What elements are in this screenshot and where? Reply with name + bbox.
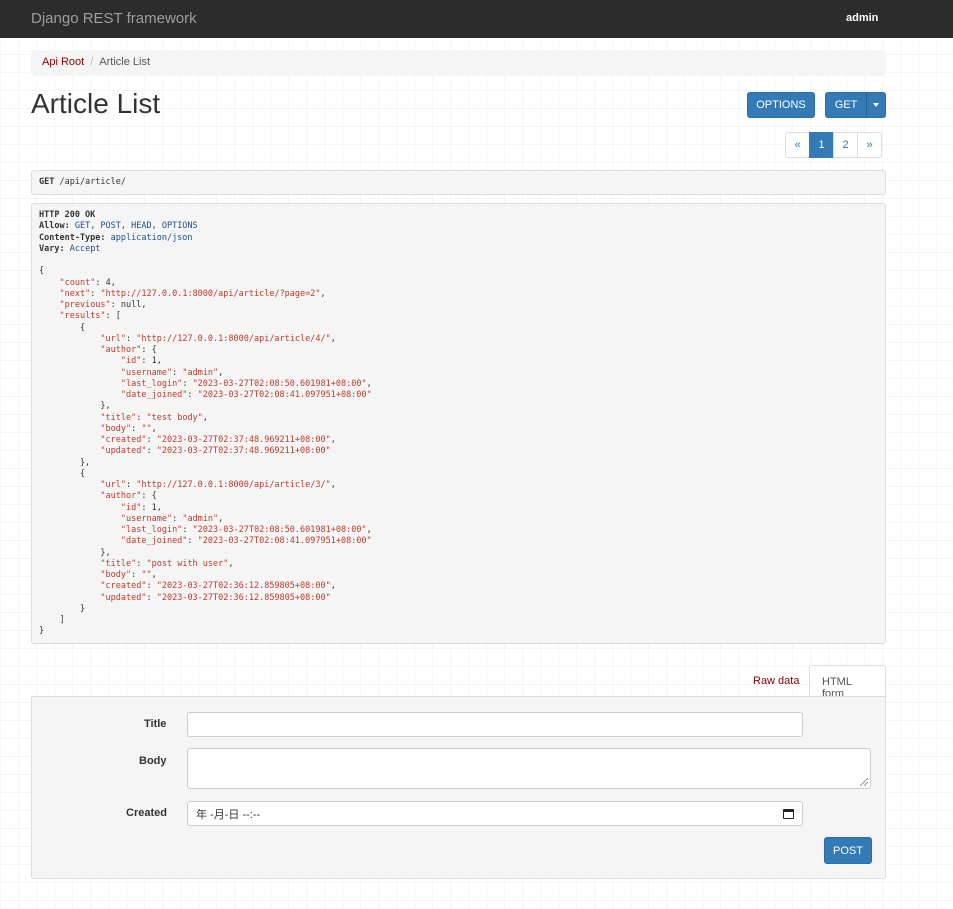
post-button[interactable]: POST [824,837,872,864]
navbar-brand[interactable]: Django REST framework [31,10,197,27]
breadcrumb-api-root[interactable]: Api Root [42,56,84,68]
calendar-icon[interactable] [783,808,794,819]
request-path: /api/article/ [59,177,127,187]
body-label: Body [139,755,167,767]
get-button[interactable]: GET [825,92,867,118]
navbar-user-menu[interactable]: admin [846,12,878,24]
options-button[interactable]: OPTIONS [747,92,815,118]
tab-raw-data[interactable]: Raw data [741,665,811,697]
breadcrumb-separator: / [90,56,94,68]
pagination-next[interactable]: » [857,132,882,158]
resize-grip-icon[interactable] [860,778,868,786]
caret-down-icon [873,103,879,107]
request-method: GET [39,177,55,187]
breadcrumb: Api Root / Article List [31,50,886,76]
created-datetime-value: 年 -月-日 --:-- [196,808,261,821]
title-input[interactable] [187,712,803,737]
pagination-prev[interactable]: « [785,132,810,158]
breadcrumb-current: Article List [99,56,151,68]
created-label: Created [126,807,167,819]
created-datetime-input[interactable]: 年 -月-日 --:-- [187,801,803,826]
pagination-page-2[interactable]: 2 [833,132,858,158]
request-info: GET /api/article/ [31,170,886,195]
response-content: HTTP 200 OK Allow: GET, POST, HEAD, OPTI… [39,210,372,637]
pagination: « 1 2 » [785,132,882,158]
navbar: Django REST framework admin [0,0,953,38]
get-format-dropdown-button[interactable] [866,92,886,118]
form-tabs: Raw data HTML form [31,665,886,700]
pagination-page-1[interactable]: 1 [809,132,834,158]
body-textarea[interactable] [187,748,871,789]
tab-html-form[interactable]: HTML form [809,665,886,700]
html-form-panel: Title Body Created 年 -月-日 --:-- POST [31,696,886,879]
page-title: Article List [31,88,161,119]
title-label: Title [144,718,167,730]
response-info: HTTP 200 OK Allow: GET, POST, HEAD, OPTI… [31,203,886,644]
